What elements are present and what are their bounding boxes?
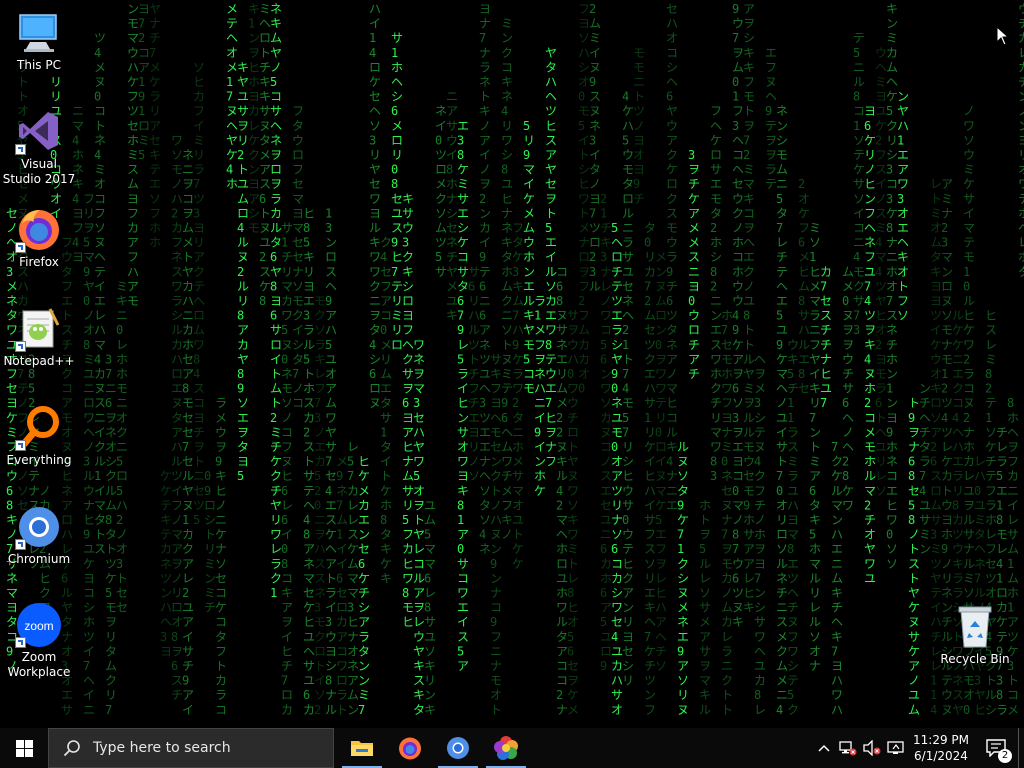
chromium-icon: [447, 737, 469, 759]
desktop-icon-label: Everything: [6, 453, 72, 467]
shortcut-arrow-icon: [15, 637, 26, 648]
svg-text:ヤナチ7メケラリアセキテエソフホホ: ヤナチ 7 メケラリアセキテエソフホホ: [149, 2, 161, 250]
action-center-button[interactable]: 2: [974, 728, 1018, 768]
start-button[interactable]: [0, 728, 48, 768]
desktop-icon-label: Notepad++: [3, 354, 75, 368]
svg-text:zoom: zoom: [24, 619, 53, 633]
shortcut-arrow-icon: [15, 144, 26, 155]
matrix-rain-wallpaper: セノヘオ3メネタワユオフセヨケミフコウ68キノ7サネマヨタコ9ノワトトオ5セ3ヒ…: [6, 2, 1024, 717]
taskbar-clock[interactable]: 11:29 PM 6/1/2024: [908, 732, 974, 764]
svg-text:3ヲチケアメメスニヨ0ウロチアチ: 3 ヲチケアメメスニヨ 0 ウロチアチ: [688, 148, 700, 381]
svg-text:ラメウヲ9キヒノニケナソセコケコタフトカラコ: ラメウヲ 9 キヒノニケナソセコケコタフトカラコ: [215, 396, 227, 717]
svg-text:ソヒカフイミリラ7ツ3ヨリアクテヘロムワ84スコヨチヲトニセ: ソヒカフイミリラ 7 ツ 3 ヨリアクテヘロムワ 8 4 スコヨチヲトニセツ 5: [193, 60, 205, 527]
search-placeholder: Type here to search: [93, 740, 231, 756]
everything-search-icon: [15, 403, 63, 451]
taskbar: Type here to search 11:29 PM 6/1/2024 2: [0, 728, 1024, 768]
svg-text:ヒケメカエンセ6ケチシアラタンンミ7: ヒケメカエンセ 6 ケチシアラタンンミ 7: [358, 455, 370, 717]
clock-time: 11:29 PM: [913, 733, 969, 747]
desktop-icon-notepad-plus-plus[interactable]: Notepad++: [1, 304, 77, 369]
network-disconnected-icon: [839, 741, 857, 756]
color-wheel-icon: [494, 736, 518, 760]
svg-text:8ホヘヲフカニイレサム1ムホ1アツケ3トコメ: 8 ホヘヲフカニイレサム 1 ムホ 1 アツケ 3 トコメ: [1007, 396, 1019, 717]
svg-text:ヘヲメ3シテヌ4クフチノホヲヨ7ンシサワヘユカ8レ: ヘヲメ 3 シテヌ 4 クフチノホヲヨ 7 ンシサワヘユカ 8 レ: [754, 352, 766, 716]
desktop-icon-chromium[interactable]: Chromium: [1, 502, 77, 567]
notification-count-badge: 2: [998, 749, 1012, 763]
desktop-icon-label: This PC: [17, 58, 61, 72]
svg-text:ホトヲ5ルレソサメアサヲマキル: ホトヲ 5 ルレソサメアサヲマキル: [699, 498, 711, 716]
search-icon: [63, 740, 80, 757]
clock-date: 6/1/2024: [914, 749, 968, 763]
desktop-icon-recycle-bin[interactable]: Recycle Bin: [937, 602, 1013, 667]
firefox-icon: [399, 737, 421, 760]
this-pc-icon: [15, 8, 63, 56]
display-tray-button[interactable]: [884, 728, 908, 768]
firefox-icon: [15, 205, 63, 253]
visual-studio-icon: [15, 107, 63, 155]
taskbar-firefox[interactable]: [386, 728, 434, 768]
desktop-icon-label: Zoom Workplace: [7, 650, 71, 679]
system-tray: 11:29 PM 6/1/2024 2: [812, 728, 1024, 768]
chromium-icon: [15, 502, 63, 550]
shortcut-arrow-icon: [15, 440, 26, 451]
svg-text:ンヤハ1エアワ3オエヘキオトフソ: ンヤハ 1 エアワ 3 オエヘキオトフソ: [897, 90, 909, 323]
svg-text:ルヌソタ9ケ71クシヌメネエ9アソリヌ: ルヌソタ 9 ケ 7 1 クシヌメネエ 9 アソリヌ: [677, 440, 689, 717]
desktop-icon-firefox[interactable]: Firefox: [1, 205, 77, 270]
svg-text:セハオコシヘ6ヤウアクケロクスモウラ9チ6ツタネアノマヒコル: セハオコシヘ 6 ヤウアクケロクスモウラ 9 チ 6 ツタネアノマヒコルキ 4 ナニエ: [666, 2, 678, 512]
show-hidden-icons-button[interactable]: [812, 728, 836, 768]
shortcut-arrow-icon: [15, 539, 26, 550]
desktop-icon-label: Visual Studio 2017: [2, 157, 76, 186]
recycle-bin-icon: [951, 602, 999, 650]
notepad-plus-plus-icon: [15, 304, 63, 352]
taskbar-file-explorer[interactable]: [338, 728, 386, 768]
show-desktop-button[interactable]: [1018, 728, 1024, 768]
shortcut-arrow-icon: [15, 242, 26, 253]
desktop-icon-this-pc[interactable]: This PC: [1, 8, 77, 73]
svg-text:カ7セスチチナヒユ7: カ 7 セスチチナヒユ 7: [820, 265, 832, 410]
desktop-icon-label: Chromium: [7, 552, 71, 566]
taskbar-search-box[interactable]: Type here to search: [48, 728, 334, 768]
taskbar-color-app[interactable]: [482, 728, 530, 768]
network-tray-button[interactable]: [836, 728, 860, 768]
volume-tray-button[interactable]: [860, 728, 884, 768]
zoom-icon: zoom: [15, 600, 63, 648]
shortcut-arrow-icon: [15, 341, 26, 352]
desktop-icon-label: Firefox: [19, 255, 59, 269]
desktop-icon-zoom[interactable]: zoom Zoom Workplace: [1, 600, 77, 680]
windows-logo-icon: [15, 739, 33, 757]
desktop-icon-everything[interactable]: Everything: [1, 403, 77, 468]
svg-text:ミキニ0レホホモニオクニ5ロ5ハ2ノオ3トセセ: ミキニ 0 レホホモニオクニ 5 ロ 5 ハ 2 ノオ 3 トセセ: [116, 279, 128, 614]
folder-icon: [351, 741, 373, 756]
chevron-up-icon: [818, 744, 830, 752]
desktop-icon-label: Recycle Bin: [940, 652, 1010, 666]
display-icon: [887, 741, 904, 754]
svg-text:ウチカレカチンノンヨリオワテホヘレホタ: ウチカレカチンノンヨリオワテホヘレホタ: [1018, 2, 1024, 279]
volume-muted-icon: [863, 740, 881, 756]
desktop-icon-visual-studio[interactable]: Visual Studio 2017: [1, 107, 77, 187]
taskbar-chromium[interactable]: [434, 728, 482, 768]
desktop: セノヘオ3メネタワユオフセヨケミフコウ68キノ7サネマヨタコ9ノワトトオ5セ3ヒ…: [0, 0, 1024, 728]
mouse-cursor-icon: [996, 26, 1010, 46]
svg-text:ユム5ママ6レ8サユソキリンキ: ユム 5 ママ 6 レ 8 サユソキリンキ: [424, 498, 436, 716]
svg-text:モモニトツノヨオヨ9チ: モモニトツノヨオヨ 9 チ: [633, 46, 645, 206]
